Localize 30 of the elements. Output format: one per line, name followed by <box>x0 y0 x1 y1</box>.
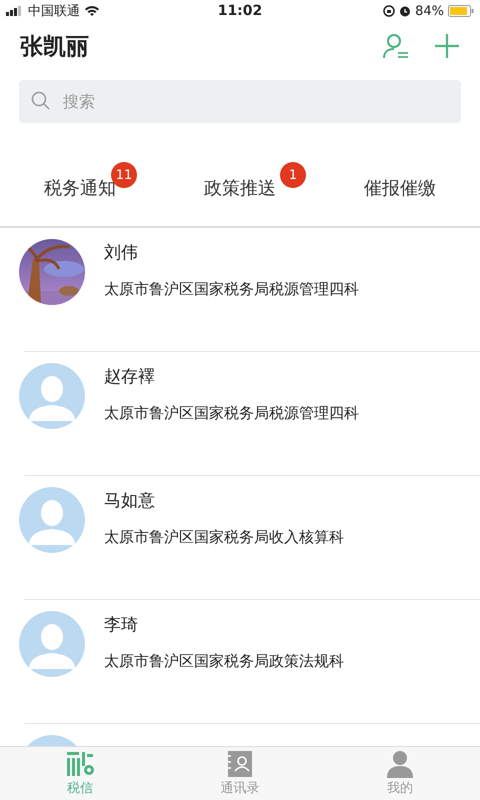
category-tab[interactable]: 政策推送 <box>204 176 276 200</box>
contact-department: 太原市鲁沪区国家税务局税源管理四科 <box>104 404 359 423</box>
carrier-name: 中国联通 <box>28 3 80 20</box>
search-field[interactable]: 搜索 <box>19 80 461 123</box>
signal-icon <box>6 6 24 16</box>
contact-department: 太原市鲁沪区国家税务局税源管理四科 <box>104 280 359 299</box>
contact-switch-icon[interactable] <box>382 32 410 60</box>
tax-glyph-icon <box>65 750 95 778</box>
battery-percent: 84% <box>415 4 444 18</box>
category-tab[interactable]: 催报催缴 <box>364 176 436 200</box>
wifi-icon <box>84 5 100 17</box>
contact-department: 太原市鲁沪区国家税务局收入核算科 <box>104 528 344 547</box>
search-icon <box>31 91 51 111</box>
person-icon <box>386 750 414 778</box>
contact-name: 刘伟 <box>104 242 139 264</box>
default-avatar-icon <box>19 363 85 429</box>
status-time: 11:02 <box>218 3 262 19</box>
default-avatar-icon <box>19 487 85 553</box>
default-avatar-icon <box>19 611 85 677</box>
contact-name: 李琦 <box>104 614 139 636</box>
add-icon[interactable] <box>434 33 460 59</box>
rotation-lock-icon <box>383 5 396 17</box>
alarm-icon <box>399 5 412 17</box>
battery-icon <box>448 5 474 17</box>
address-book-icon <box>226 750 254 778</box>
count-badge: 1 <box>280 162 306 188</box>
contact-department: 太原市鲁沪区国家税务局政策法规科 <box>104 652 344 671</box>
page-title: 张凯丽 <box>20 32 89 62</box>
contact-name: 赵存襗 <box>104 366 156 388</box>
contact-name: 马如意 <box>104 490 156 512</box>
